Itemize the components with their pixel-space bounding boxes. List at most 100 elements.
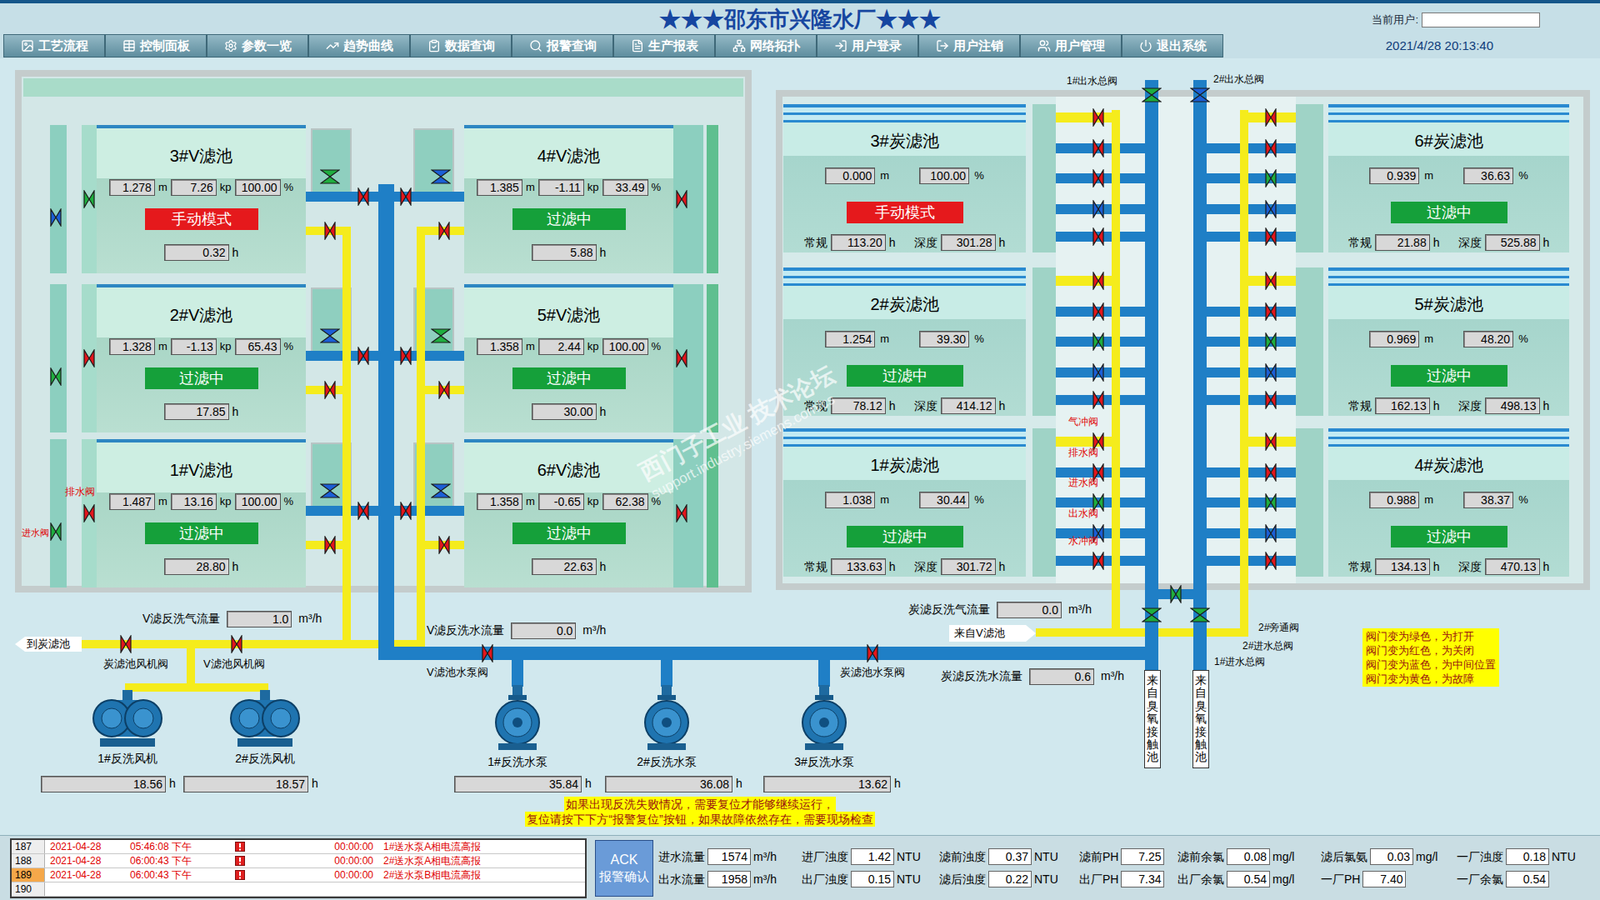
v-filter-card[interactable]: 3#V滤池1.278m7.26kp100.00%手动模式0.32h: [96, 125, 306, 274]
valve-icon[interactable]: [675, 349, 688, 368]
valve-icon[interactable]: [320, 169, 340, 185]
valve-icon[interactable]: [324, 380, 336, 400]
valve-icon[interactable]: [50, 367, 62, 386]
valve-icon[interactable]: [357, 501, 370, 520]
v-filter-card[interactable]: 6#V滤池1.358m-0.65kp62.38%过滤中22.63h: [464, 439, 674, 588]
valve-icon[interactable]: [1265, 463, 1277, 482]
valve-icon[interactable]: [430, 483, 451, 499]
valve-icon[interactable]: [230, 635, 243, 654]
valve-icon[interactable]: [430, 328, 451, 344]
valve-icon[interactable]: [120, 635, 132, 654]
valve-icon[interactable]: [1190, 87, 1210, 103]
carbon-filter-card[interactable]: 6#炭滤池0.939m36.63%过滤中常规21.88h深度525.88h: [1328, 104, 1570, 253]
menu-button[interactable]: 退出系统: [1121, 34, 1224, 58]
value-box: 62.38: [602, 493, 649, 510]
v-filter-card[interactable]: 5#V滤池1.358m2.44kp100.00%过滤中30.00h: [464, 284, 674, 433]
valve-icon[interactable]: [1265, 227, 1277, 246]
valve-icon[interactable]: [675, 190, 688, 209]
valve-icon[interactable]: [83, 504, 95, 523]
valve-icon[interactable]: [1265, 390, 1277, 410]
valve-icon[interactable]: [83, 190, 95, 209]
menu-button[interactable]: 控制面板: [105, 34, 207, 58]
valve-icon[interactable]: [1265, 302, 1277, 321]
blower[interactable]: 1#反洗风机: [77, 690, 178, 765]
valve-icon[interactable]: [1141, 87, 1162, 103]
valve-icon[interactable]: [1265, 524, 1277, 543]
carbon-filter-card[interactable]: 4#炭滤池0.988m38.37%过滤中常规134.13h深度470.13h: [1328, 428, 1570, 577]
valve-icon[interactable]: [1092, 200, 1105, 219]
valve-icon[interactable]: [357, 187, 370, 206]
valve-icon[interactable]: [1265, 363, 1277, 382]
pump[interactable]: 1#反洗水泵: [467, 685, 568, 769]
menu-button[interactable]: 用户登录: [816, 34, 919, 58]
valve-icon[interactable]: [320, 483, 340, 499]
menu-button[interactable]: 网络拓扑: [715, 34, 817, 58]
valve-icon[interactable]: [1092, 139, 1105, 158]
v-filter-card[interactable]: 2#V滤池1.328m-1.13kp65.43%过滤中17.85h: [96, 284, 306, 433]
valve-icon[interactable]: [438, 221, 450, 240]
valve-icon[interactable]: [1265, 271, 1277, 290]
alarm-row[interactable]: 1872021-04-2805:46:08 下午00:00:001#送水泵A相电…: [11, 840, 585, 855]
menu-button[interactable]: 报警查询: [511, 34, 614, 58]
valve-icon[interactable]: [400, 346, 412, 365]
menu-button[interactable]: 用户注销: [918, 34, 1020, 58]
valve-icon[interactable]: [1170, 585, 1182, 604]
valve-icon[interactable]: [1092, 551, 1105, 570]
carbon-filter-card[interactable]: 2#炭滤池1.254m39.30%过滤中常规78.12h深度414.12h: [783, 267, 1026, 416]
metric: 出厂浊度0.15NTU: [801, 870, 940, 889]
valve-icon[interactable]: [1265, 551, 1277, 570]
v-filter-card[interactable]: 4#V滤池1.385m-1.11kp33.49%过滤中5.88h: [464, 125, 674, 274]
carbon-filter-card[interactable]: 1#炭滤池1.038m30.44%过滤中常规133.63h深度301.72h: [783, 428, 1026, 577]
valve-icon[interactable]: [1092, 390, 1105, 410]
valve-icon[interactable]: [1092, 332, 1105, 351]
alarm-row[interactable]: 1892021-04-2806:00:43 下午00:00:002#送水泵B相电…: [11, 868, 585, 883]
valve-icon[interactable]: [1092, 108, 1105, 127]
valve-icon[interactable]: [438, 380, 450, 400]
valve-icon[interactable]: [1265, 493, 1277, 512]
valve-icon[interactable]: [1265, 108, 1277, 127]
menu-button[interactable]: 参数一览: [206, 34, 309, 58]
menu-button[interactable]: 生产报表: [613, 34, 715, 58]
valve-icon[interactable]: [1092, 271, 1105, 290]
valve-icon[interactable]: [320, 328, 340, 344]
valve-icon[interactable]: [50, 522, 62, 541]
menu-button[interactable]: 趋势曲线: [308, 34, 410, 58]
ack-button[interactable]: ACK报警确认: [595, 840, 654, 897]
user-field[interactable]: [1421, 12, 1540, 28]
menu-button[interactable]: 用户管理: [1020, 34, 1122, 58]
valve-icon[interactable]: [866, 644, 879, 663]
valve-icon[interactable]: [1092, 169, 1105, 188]
valve-icon[interactable]: [1265, 169, 1277, 188]
alarm-row[interactable]: 190: [11, 882, 585, 897]
valve-icon[interactable]: [430, 169, 451, 185]
valve-icon[interactable]: [400, 187, 412, 206]
valve-icon[interactable]: [438, 535, 450, 555]
alarm-row[interactable]: 1882021-04-2806:00:43 下午00:00:002#送水泵A相电…: [11, 854, 585, 869]
valve-icon[interactable]: [675, 504, 688, 523]
valve-icon[interactable]: [1092, 227, 1105, 246]
valve-icon[interactable]: [481, 644, 494, 663]
pump[interactable]: 2#反洗水泵: [616, 685, 717, 769]
valve-icon[interactable]: [324, 221, 336, 240]
blower[interactable]: 2#反洗风机: [215, 690, 315, 765]
v-filter-card[interactable]: 1#V滤池1.487m13.16kp100.00%过滤中28.80h: [96, 439, 306, 588]
carbon-filter-card[interactable]: 3#炭滤池0.000m100.00%手动模式常规113.20h深度301.28h: [783, 104, 1026, 253]
carbon-filter-card[interactable]: 5#炭滤池0.969m48.20%过滤中常规162.13h深度498.13h: [1328, 267, 1570, 416]
menu-button[interactable]: 数据查询: [410, 34, 512, 58]
valve-icon[interactable]: [1092, 302, 1105, 321]
valve-icon[interactable]: [1190, 607, 1210, 623]
valve-icon[interactable]: [1265, 200, 1277, 219]
filter-status: 过滤中: [512, 367, 626, 390]
valve-icon[interactable]: [400, 501, 412, 520]
menu-button[interactable]: 工艺流程: [3, 34, 105, 58]
valve-icon[interactable]: [50, 208, 62, 227]
valve-icon[interactable]: [1265, 332, 1277, 351]
valve-icon[interactable]: [1265, 432, 1277, 451]
valve-icon[interactable]: [1141, 607, 1162, 623]
valve-icon[interactable]: [324, 535, 336, 555]
valve-icon[interactable]: [83, 349, 95, 368]
valve-icon[interactable]: [357, 346, 370, 365]
valve-icon[interactable]: [1092, 363, 1105, 382]
pump[interactable]: 3#反洗水泵: [774, 685, 875, 769]
valve-icon[interactable]: [1265, 139, 1277, 158]
